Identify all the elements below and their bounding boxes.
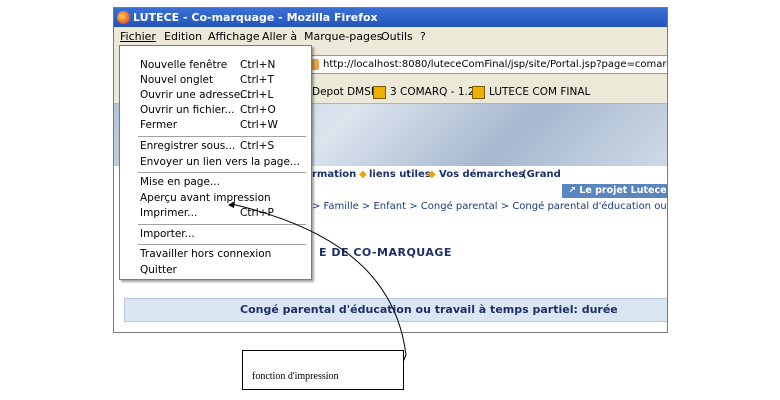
arrowhead-icon (228, 201, 235, 208)
annotation-connector (228, 201, 407, 363)
callout-label: fonction d'impression (252, 371, 339, 382)
annotation-callout: fonction d'impression (242, 350, 404, 390)
connector-line (228, 203, 407, 363)
